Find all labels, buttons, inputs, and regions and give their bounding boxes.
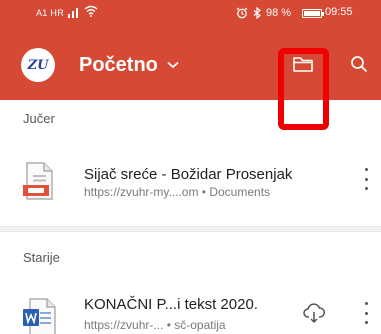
word-document-icon [23, 298, 56, 334]
search-icon [351, 56, 368, 73]
battery-icon [302, 9, 324, 18]
section-header-older: Starije [23, 250, 60, 265]
alarm-icon [236, 7, 248, 19]
carrier-label: A1 HR [36, 8, 65, 18]
highlight-box [278, 48, 329, 130]
search-button[interactable] [343, 48, 375, 80]
status-right-group: 98 % [236, 6, 291, 20]
location-dropdown[interactable]: Početno [79, 50, 179, 80]
battery-percent: 98 % [266, 7, 292, 19]
pdf-document-icon [23, 162, 53, 200]
avatar-logo: ZU [27, 57, 49, 73]
file-location: https://zvuhr-... • sč-opatija [84, 318, 226, 332]
section-divider [0, 226, 381, 232]
file-location: https://zvuhr-my....om • Documents [84, 185, 271, 199]
avatar[interactable]: ZU [21, 48, 55, 82]
list-item[interactable]: Sijač sreće - Božidar Prosenjak https://… [0, 150, 381, 210]
status-bar: A1 HR 98 % 09:55 [0, 0, 381, 26]
file-name: Sijač sreće - Božidar Prosenjak [84, 166, 293, 183]
file-name: KONAČNI P...i tekst 2020. [84, 296, 258, 313]
wifi-icon [84, 5, 98, 17]
page-title: Početno [79, 53, 158, 76]
cloud-download-icon[interactable] [303, 302, 325, 324]
clock: 09:55 [325, 6, 353, 18]
chevron-down-icon [167, 61, 179, 69]
more-options-button[interactable] [360, 302, 372, 324]
list-item[interactable]: KONAČNI P...i tekst 2020. https://zvuhr-… [0, 286, 381, 334]
section-header-yesterday: Jučer [23, 111, 55, 126]
bluetooth-icon [253, 7, 261, 19]
more-options-button[interactable] [360, 168, 372, 190]
signal-icon [68, 8, 78, 18]
